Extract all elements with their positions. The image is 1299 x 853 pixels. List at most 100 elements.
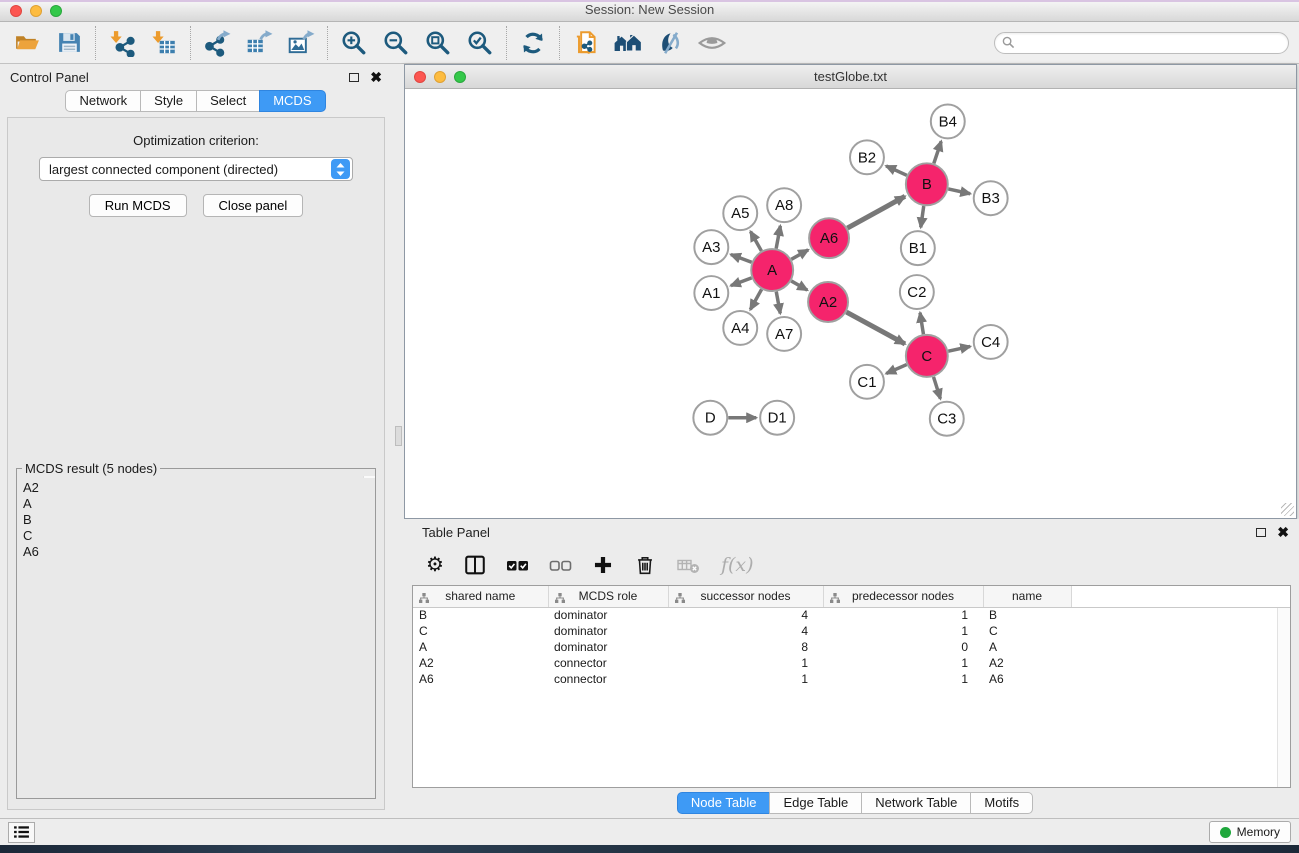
zoom-selected-button[interactable]: [463, 26, 497, 60]
close-panel-icon[interactable]: ✖: [370, 72, 382, 82]
import-network-button[interactable]: [105, 26, 139, 60]
graph-edge-C-C2[interactable]: [920, 313, 923, 335]
graph-edge-B-B1[interactable]: [921, 206, 924, 227]
cell-name[interactable]: A: [983, 639, 1071, 655]
function-builder-button[interactable]: f(x): [721, 554, 754, 576]
graph-edge-A-A4[interactable]: [750, 289, 761, 309]
result-item[interactable]: A2: [19, 480, 373, 496]
graph-edge-A6-B[interactable]: [847, 196, 905, 228]
minimize-window-button[interactable]: [30, 5, 42, 17]
zoom-fit-button[interactable]: [421, 26, 455, 60]
graph-edge-B-B4[interactable]: [934, 141, 941, 163]
first-neighbors-button[interactable]: [611, 26, 645, 60]
tab-mcds[interactable]: MCDS: [259, 90, 325, 112]
show-graphics-details-button[interactable]: [695, 26, 729, 60]
graph-edge-A-A2[interactable]: [791, 281, 807, 290]
panel-splitter[interactable]: [392, 64, 404, 818]
table-row[interactable]: A2connector11A2: [413, 655, 1290, 671]
hide-labels-button[interactable]: [653, 26, 687, 60]
window-resize-grip[interactable]: [1281, 503, 1294, 516]
cell-MCDS-role[interactable]: dominator: [548, 623, 668, 639]
cell-predecessor-nodes[interactable]: 1: [823, 607, 983, 623]
table-settings-button[interactable]: ⚙: [426, 555, 444, 575]
table-row[interactable]: Adominator80A: [413, 639, 1290, 655]
cell-name[interactable]: B: [983, 607, 1071, 623]
select-all-button[interactable]: [506, 553, 530, 577]
graph-edge-C-C3[interactable]: [934, 377, 941, 399]
cell-name[interactable]: A2: [983, 655, 1071, 671]
delete-table-button[interactable]: [676, 553, 702, 577]
zoom-window-button[interactable]: [50, 5, 62, 17]
cell-predecessor-nodes[interactable]: 1: [823, 623, 983, 639]
change-table-mode-button[interactable]: [463, 553, 487, 577]
cell-shared-name[interactable]: A6: [413, 671, 548, 687]
minimize-network-button[interactable]: [434, 71, 446, 83]
deselect-all-button[interactable]: [549, 553, 573, 577]
criterion-dropdown[interactable]: largest connected component (directed): [39, 157, 353, 181]
open-file-button[interactable]: [10, 26, 44, 60]
export-network-button[interactable]: [200, 26, 234, 60]
cell-name[interactable]: A6: [983, 671, 1071, 687]
column-header-successor-nodes[interactable]: successor nodes: [668, 586, 823, 607]
cell-shared-name[interactable]: A2: [413, 655, 548, 671]
result-item[interactable]: A6: [19, 544, 373, 560]
cell-successor-nodes[interactable]: 1: [668, 655, 823, 671]
close-panel-icon[interactable]: ✖: [1277, 527, 1289, 537]
export-table-button[interactable]: [242, 26, 276, 60]
graph-edge-B-B2[interactable]: [886, 166, 907, 175]
result-item[interactable]: A: [19, 496, 373, 512]
close-panel-button[interactable]: Close panel: [203, 194, 304, 217]
graph-edge-C-C4[interactable]: [948, 346, 970, 351]
delete-column-button[interactable]: [633, 553, 657, 577]
column-header-name[interactable]: name: [983, 586, 1071, 607]
graph-edge-A-A6[interactable]: [791, 250, 808, 259]
cell-name[interactable]: C: [983, 623, 1071, 639]
graph-edge-A2-C[interactable]: [846, 312, 905, 344]
cell-MCDS-role[interactable]: dominator: [548, 607, 668, 623]
graph-edge-A-A3[interactable]: [731, 255, 752, 263]
cell-successor-nodes[interactable]: 4: [668, 623, 823, 639]
cell-MCDS-role[interactable]: connector: [548, 655, 668, 671]
graph-edge-A-A1[interactable]: [731, 278, 752, 286]
tab-node-table[interactable]: Node Table: [677, 792, 771, 814]
apply-layout-button[interactable]: [516, 26, 550, 60]
run-mcds-button[interactable]: Run MCDS: [89, 194, 187, 217]
tab-edge-table[interactable]: Edge Table: [769, 792, 862, 814]
save-session-button[interactable]: [52, 26, 86, 60]
cell-predecessor-nodes[interactable]: 0: [823, 639, 983, 655]
cell-shared-name[interactable]: A: [413, 639, 548, 655]
graph-edge-B-B3[interactable]: [948, 189, 970, 194]
graph-edge-C-C1[interactable]: [886, 365, 906, 374]
cell-predecessor-nodes[interactable]: 1: [823, 655, 983, 671]
cell-shared-name[interactable]: B: [413, 607, 548, 623]
column-header-MCDS-role[interactable]: MCDS role: [548, 586, 668, 607]
zoom-out-button[interactable]: [379, 26, 413, 60]
graph-edge-A-A8[interactable]: [776, 226, 780, 249]
zoom-in-button[interactable]: [337, 26, 371, 60]
close-window-button[interactable]: [10, 5, 22, 17]
create-column-button[interactable]: [592, 554, 614, 576]
table-scrollbar[interactable]: [1277, 608, 1290, 787]
graph-edge-A-A5[interactable]: [751, 231, 762, 250]
search-input[interactable]: [1019, 35, 1281, 51]
zoom-network-button[interactable]: [454, 71, 466, 83]
memory-button[interactable]: Memory: [1209, 821, 1291, 843]
tab-motifs[interactable]: Motifs: [970, 792, 1033, 814]
import-table-button[interactable]: [147, 26, 181, 60]
result-item[interactable]: C: [19, 528, 373, 544]
cell-predecessor-nodes[interactable]: 1: [823, 671, 983, 687]
splitter-grip[interactable]: [395, 426, 402, 446]
cell-shared-name[interactable]: C: [413, 623, 548, 639]
cell-successor-nodes[interactable]: 1: [668, 671, 823, 687]
column-header-predecessor-nodes[interactable]: predecessor nodes: [823, 586, 983, 607]
tab-style[interactable]: Style: [140, 90, 197, 112]
cell-MCDS-role[interactable]: connector: [548, 671, 668, 687]
graph-edge-A-A7[interactable]: [776, 292, 780, 314]
new-network-from-selection-button[interactable]: [569, 26, 603, 60]
float-panel-icon[interactable]: [349, 73, 359, 82]
tab-network[interactable]: Network: [65, 90, 141, 112]
table-row[interactable]: Bdominator41B: [413, 607, 1290, 623]
table-row[interactable]: A6connector11A6: [413, 671, 1290, 687]
result-item[interactable]: B: [19, 512, 373, 528]
cell-MCDS-role[interactable]: dominator: [548, 639, 668, 655]
